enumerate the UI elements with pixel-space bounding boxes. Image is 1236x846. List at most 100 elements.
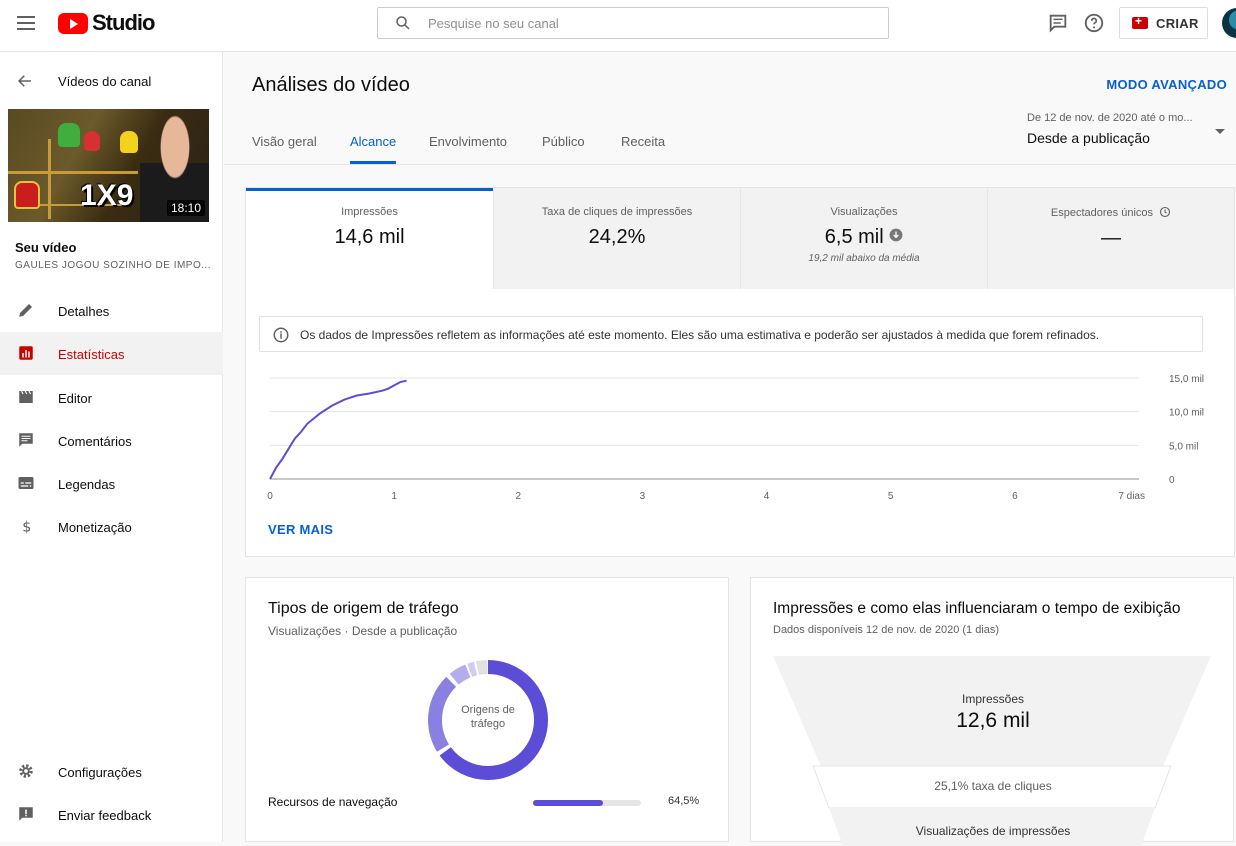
funnel-ctr: 25,1% taxa de cliques (934, 779, 1052, 793)
sidebar-item-monetization[interactable]: $ Monetização (0, 505, 223, 548)
metric-tabs: Impressões 14,6 mil Taxa de cliques de i… (246, 188, 1234, 289)
sidebar-item-label: Legendas (58, 477, 116, 492)
traffic-bar-fill (533, 800, 603, 806)
x-tick-label: 4 (764, 491, 770, 502)
traffic-row[interactable]: Recursos de navegação 64,5% (268, 795, 708, 815)
video-thumbnail[interactable]: 1X9 18:10 (8, 109, 209, 222)
metric-value: 24,2% (588, 226, 646, 248)
dropdown-caret-icon (1215, 129, 1225, 134)
metric-value: 6,5 mil (741, 226, 987, 249)
y-tick-label: 10,0 mil (1169, 408, 1204, 419)
arrow-down-circle-icon (889, 228, 903, 242)
x-tick-label: 0 (267, 491, 273, 502)
advanced-mode-button[interactable]: MODO AVANÇADO (1106, 77, 1227, 92)
tab-engagement[interactable]: Envolvimento (429, 134, 507, 164)
impressions-funnel-card: Impressões e como elas influenciaram o t… (750, 577, 1234, 846)
camera-plus-icon (1132, 14, 1148, 29)
funnel-impressions-value: 12,6 mil (956, 709, 1030, 732)
page-title: Análises do vídeo (252, 74, 410, 96)
sidebar-item-analytics[interactable]: Estatísticas (0, 332, 223, 375)
video-title: GAULES JOGOU SOZINHO DE IMPO... (15, 260, 212, 271)
traffic-value: 64,5% (668, 795, 700, 807)
create-button[interactable]: CRIAR (1119, 7, 1208, 39)
sidebar-item-subtitles[interactable]: Legendas (0, 462, 223, 505)
funnel-impressions: Impressões 12,6 mil (773, 692, 1213, 733)
tab-overview[interactable]: Visão geral (252, 134, 317, 164)
impressions-chart: 0 5,0 mil 10,0 mil 15,0 mil 0 1 2 3 4 5 6 7 dias (267, 374, 1204, 502)
x-tick-label: 7 dias (1118, 491, 1145, 502)
sidebar-item-editor[interactable]: Editor (0, 376, 223, 419)
account-avatar[interactable] (1222, 8, 1236, 38)
youtube-play-icon (58, 12, 88, 34)
y-tick-label: 0 (1169, 475, 1175, 486)
messages-icon[interactable] (1047, 12, 1069, 34)
sidebar-item-feedback[interactable]: Enviar feedback (0, 793, 223, 836)
traffic-label: Recursos de navegação (268, 795, 398, 809)
subtitles-icon (18, 477, 34, 489)
date-range-selector[interactable]: De 12 de nov. de 2020 até o mo... Desde … (1027, 112, 1227, 152)
create-label: CRIAR (1156, 15, 1199, 31)
video-duration: 18:10 (166, 200, 205, 216)
help-icon[interactable] (1083, 12, 1105, 34)
metric-views[interactable]: Visualizações 6,5 mil 19,2 mil abaixo da… (740, 188, 987, 289)
date-range-detail: De 12 de nov. de 2020 até o mo... (1027, 112, 1193, 124)
impressions-series-line (269, 379, 407, 480)
top-bar: Studio Pesquise no seu canal CRIAR (0, 0, 1236, 52)
tab-revenue[interactable]: Receita (621, 134, 665, 164)
sidebar-item-label: Monetização (58, 520, 132, 535)
metric-value-text: 6,5 mil (824, 226, 884, 248)
pencil-icon (19, 304, 32, 317)
sidebar-item-label: Detalhes (58, 304, 110, 319)
date-range-value: Desde a publicação (1027, 130, 1150, 146)
card-subtitle: Visualizações · Desde a publicação (268, 624, 458, 638)
funnel-shape (773, 656, 1211, 846)
svg-text:$: $ (22, 519, 31, 535)
info-text: Os dados de Impressões refletem as infor… (300, 328, 1100, 342)
traffic-source-card: Tipos de origem de tráfego Visualizações… (245, 577, 729, 842)
metric-label: Espectadores únicos (1050, 207, 1154, 219)
x-tick-label: 1 (391, 491, 397, 502)
x-tick-label: 3 (640, 491, 646, 502)
funnel-views-label: Visualizações de impressões (915, 824, 1071, 838)
sidebar-item-label: Editor (58, 391, 92, 406)
metric-impressions[interactable]: Impressões 14,6 mil (246, 188, 493, 289)
studio-logo[interactable]: Studio (58, 10, 155, 35)
search-box[interactable]: Pesquise no seu canal (377, 7, 889, 39)
card-title: Impressões e como elas influenciaram o t… (773, 600, 1181, 617)
funnel-impressions-label: Impressões (961, 692, 1025, 706)
reach-card: Impressões 14,6 mil Taxa de cliques de i… (245, 187, 1235, 557)
tab-audience[interactable]: Público (542, 134, 585, 164)
metric-label-row: Espectadores únicos (988, 206, 1234, 219)
hamburger-menu-icon[interactable] (17, 16, 35, 30)
dollar-icon: $ (22, 519, 31, 535)
tab-divider (224, 164, 1236, 165)
sidebar-item-settings[interactable]: Configurações (0, 750, 223, 793)
metric-label: Taxa de cliques de impressões (541, 206, 693, 218)
x-tick-label: 6 (1012, 491, 1018, 502)
metric-label: Visualizações (830, 206, 898, 218)
donut-center-label: Origens de tráfego (461, 704, 515, 730)
main-content: Análises do vídeo MODO AVANÇADO De 12 de… (224, 52, 1236, 846)
sidebar-item-details[interactable]: Detalhes (0, 289, 223, 332)
metric-value: 14,6 mil (334, 226, 405, 248)
y-tick-label: 5,0 mil (1169, 441, 1198, 452)
x-tick-label: 5 (888, 491, 894, 502)
metric-value: — (1101, 227, 1121, 249)
sidebar-item-label: Comentários (58, 434, 132, 449)
clapper-icon (19, 390, 33, 403)
see-more-button[interactable]: VER MAIS (268, 522, 333, 537)
back-to-videos[interactable]: Vídeos do canal (0, 70, 223, 94)
sidebar-item-comments[interactable]: Comentários (0, 419, 223, 462)
metric-ctr[interactable]: Taxa de cliques de impressões 24,2% (493, 188, 740, 289)
info-icon (273, 327, 289, 343)
card-title: Tipos de origem de tráfego (268, 600, 459, 617)
sidebar-item-label: Enviar feedback (58, 808, 152, 823)
your-video-label: Seu vídeo (15, 240, 77, 255)
analytics-icon (19, 346, 33, 360)
metric-sub: 19,2 mil abaixo da média (808, 253, 920, 264)
metric-unique-viewers[interactable]: Espectadores únicos — (987, 188, 1234, 289)
tab-reach[interactable]: Alcance (350, 134, 397, 164)
sidebar: Vídeos do canal 1X9 18:10 Seu vídeo GAUL… (0, 52, 223, 842)
search-input[interactable]: Pesquise no seu canal (428, 16, 559, 31)
info-banner: Os dados de Impressões refletem as infor… (259, 316, 1203, 352)
